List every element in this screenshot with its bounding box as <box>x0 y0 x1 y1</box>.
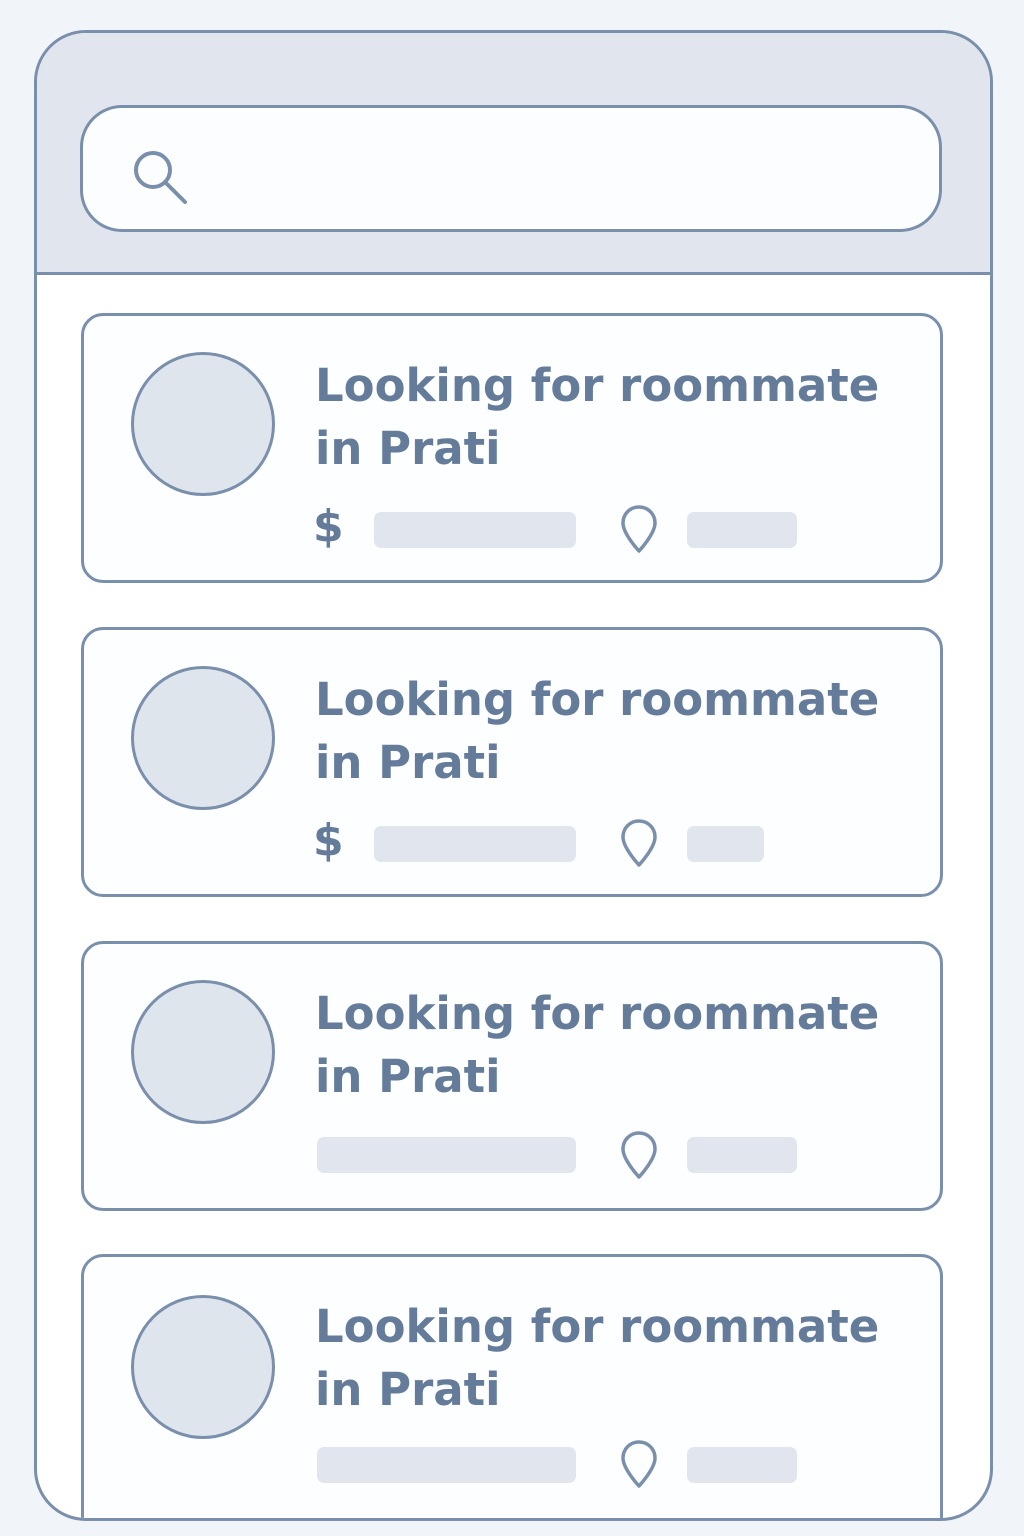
listing-card[interactable]: Looking for roommate in Prati <box>81 1254 943 1518</box>
avatar <box>131 1295 275 1439</box>
price-placeholder <box>317 1137 576 1173</box>
listing-title: Looking for roommate in Prati <box>315 1300 880 1416</box>
listing-title: Looking for roommate in Prati <box>315 673 880 789</box>
dollar-icon: $ <box>313 501 344 552</box>
phone-frame: Looking for roommate in Prati $ Looking … <box>34 30 993 1521</box>
location-pin-icon <box>621 1131 657 1179</box>
location-pin-icon <box>621 505 657 553</box>
location-placeholder <box>687 1137 797 1173</box>
location-placeholder <box>687 512 797 548</box>
location-placeholder <box>687 1447 797 1483</box>
dollar-icon: $ <box>313 815 344 866</box>
top-bar <box>37 33 990 275</box>
location-placeholder <box>687 826 764 862</box>
avatar <box>131 352 275 496</box>
listing-card[interactable]: Looking for roommate in Prati <box>81 941 943 1211</box>
listing-title: Looking for roommate in Prati <box>315 987 880 1103</box>
price-placeholder <box>317 1447 576 1483</box>
location-pin-icon <box>621 819 657 867</box>
listing-card[interactable]: Looking for roommate in Prati $ <box>81 313 943 583</box>
search-input[interactable] <box>213 138 907 202</box>
listing-title: Looking for roommate in Prati <box>315 359 880 475</box>
location-pin-icon <box>621 1440 657 1488</box>
price-placeholder <box>374 826 576 862</box>
price-placeholder <box>374 512 576 548</box>
avatar <box>131 666 275 810</box>
search-icon <box>134 151 187 204</box>
listing-card[interactable]: Looking for roommate in Prati $ <box>81 627 943 897</box>
avatar <box>131 980 275 1124</box>
search-bar[interactable] <box>80 105 942 232</box>
